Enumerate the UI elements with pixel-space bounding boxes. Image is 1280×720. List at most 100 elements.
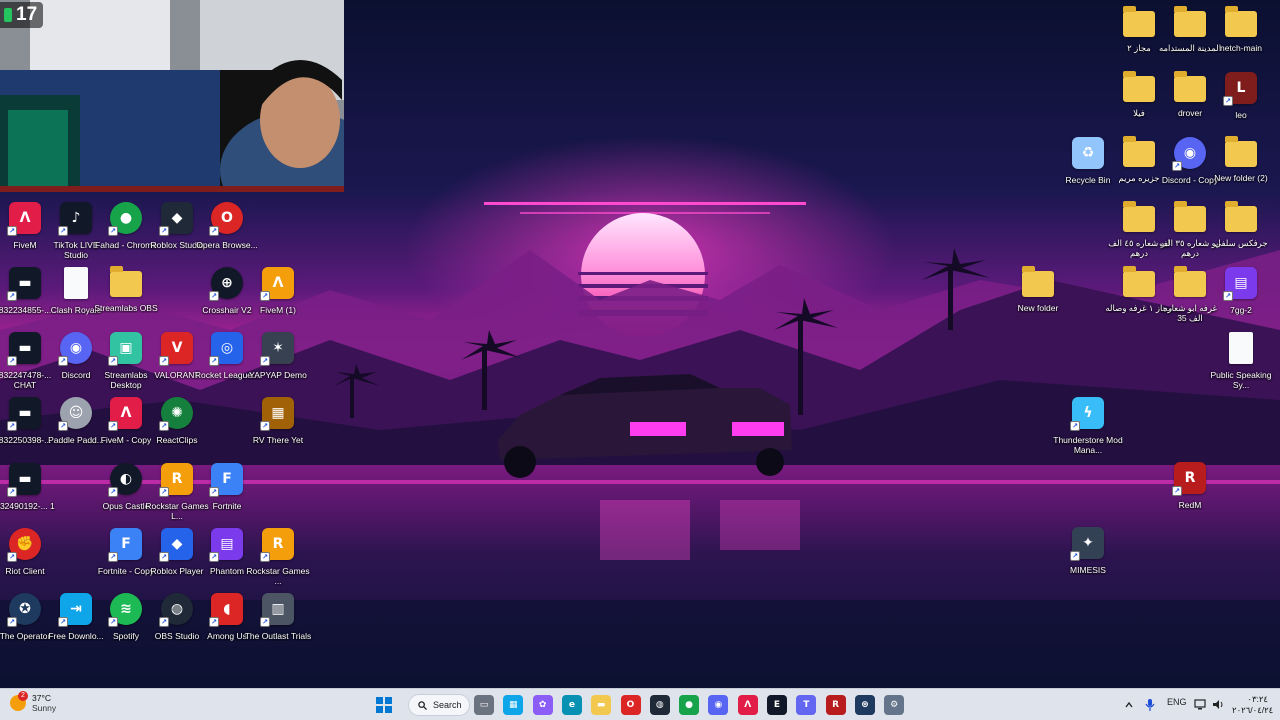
opus-castle-icon: ◐ ↗	[108, 463, 142, 497]
desktop-icon-label: Riot Client	[5, 566, 45, 576]
taskbar: 2 37°C Sunny Search ▭ ▦ ✿ e ▬ O ◍ ● ◉ Λ E T R ⊛ ⚙ ENG …	[0, 688, 1280, 720]
desktop-icon-label: جرفكس سلفي	[1214, 238, 1268, 248]
obs-icon: ◍ ↗	[159, 593, 193, 627]
weather-alert-badge: 2	[18, 691, 28, 701]
folder-icon	[1174, 71, 1206, 102]
desktop-icon-label: 7gg-2	[1230, 305, 1252, 315]
shortcut-arrow-icon: ↗	[1172, 486, 1182, 496]
taskbar-search[interactable]: Search	[408, 694, 470, 716]
shortcut-arrow-icon: ↗	[260, 552, 270, 562]
file-icon	[64, 267, 88, 299]
discord-icon: ◉ ↗	[1172, 137, 1206, 171]
desktop-icon[interactable]: netch-main	[1211, 6, 1271, 71]
rocket-league-icon: ◎ ↗	[209, 332, 243, 366]
desktop-icon[interactable]: ▤ ↗ 7gg-2	[1211, 267, 1271, 331]
desktop-icon[interactable]: ✶ ↗ YAPYAP Demo	[248, 332, 308, 396]
windows-logo-icon	[376, 697, 383, 704]
discord-icon[interactable]: ◉	[708, 695, 729, 715]
chevron-up-icon[interactable]	[1125, 701, 1133, 709]
folder-icon	[1123, 6, 1155, 37]
shortcut-arrow-icon: ↗	[58, 421, 68, 431]
among-us-icon: ◖ ↗	[209, 593, 243, 627]
shortcut-arrow-icon: ↗	[108, 552, 118, 562]
folder-icon	[1174, 266, 1206, 297]
epic-games-icon[interactable]: E	[767, 695, 787, 715]
roblox-studio-icon: ◆ ↗	[159, 202, 193, 236]
desktop-icon[interactable]: R ↗ RedM	[1160, 462, 1220, 526]
desktop-icon-label: Fortnite	[212, 501, 242, 511]
outlast-icon: ▥ ↗	[260, 593, 294, 627]
recycle-bin-icon: ♻	[1072, 137, 1104, 169]
shortcut-arrow-icon: ↗	[7, 291, 17, 301]
teams-icon[interactable]: T	[796, 695, 817, 715]
desktop-icon[interactable]: Streamlabs OBS	[94, 266, 158, 331]
desktop-icon-label: Public Speaking Sy...	[1210, 370, 1272, 390]
desktop-icon[interactable]: R ↗ Rockstar Games ...	[246, 528, 310, 592]
opera-icon: O ↗	[209, 202, 243, 236]
shortcut-arrow-icon: ↗	[1172, 161, 1182, 171]
shortcut-arrow-icon: ↗	[7, 356, 17, 366]
folder-icon[interactable]: ▬	[591, 695, 612, 715]
desktop-icon-label: Rockstar Games ...	[246, 566, 310, 586]
redm-icon[interactable]: R	[825, 695, 846, 715]
desktop-icon[interactable]: Λ ↗ FiveM (1)	[248, 267, 308, 331]
desktop-icon[interactable]: F ↗ Fortnite	[197, 463, 257, 527]
shortcut-arrow-icon: ↗	[209, 617, 219, 627]
crosshair-icon: ⊕ ↗	[209, 267, 243, 301]
desktop-icon[interactable]: ✊ ↗ Riot Client	[0, 528, 55, 592]
shortcut-arrow-icon: ↗	[159, 421, 169, 431]
opera-icon[interactable]: O	[620, 695, 641, 715]
paddle-icon: ☺ ↗	[58, 397, 92, 431]
shortcut-arrow-icon: ↗	[159, 617, 169, 627]
desktop-icon[interactable]: ϟ ↗ Thunderstore Mod Mana...	[1053, 397, 1123, 461]
desktop-icon-label: netch-main	[1219, 43, 1263, 53]
start-button[interactable]	[375, 696, 393, 714]
rv-there-yet-icon: ▦ ↗	[260, 397, 294, 431]
chrome-icon[interactable]: ●	[679, 695, 700, 715]
redm-icon: R ↗	[1172, 462, 1206, 496]
weather-widget[interactable]: 2 37°C Sunny	[10, 691, 56, 713]
shortcut-arrow-icon: ↗	[1223, 96, 1233, 106]
shortcut-arrow-icon: ↗	[108, 356, 118, 366]
microsoft-store-icon[interactable]: ▦	[503, 695, 524, 715]
file-explorer-icon[interactable]: ▭	[474, 695, 494, 715]
microphone-icon[interactable]	[1145, 698, 1155, 712]
settings-icon[interactable]: ⚙	[884, 695, 905, 715]
folder-icon	[1174, 6, 1206, 37]
live-indicator-icon	[4, 8, 12, 22]
obs-icon[interactable]: ◍	[649, 695, 670, 715]
desktop-icon[interactable]: L ↗ leo	[1211, 72, 1271, 136]
volume-icon[interactable]	[1212, 699, 1224, 710]
desktop-icon-label: The Outlast Trials	[244, 631, 312, 641]
language-indicator[interactable]: ENG	[1167, 697, 1187, 707]
desktop-icon[interactable]: New folder (2)	[1211, 136, 1271, 201]
desktop-icon-label: Streamlabs OBS	[94, 303, 158, 313]
sun-icon: 2	[10, 691, 28, 711]
download-icon: ⇥ ↗	[58, 593, 92, 627]
clock[interactable]: ٠٣:٢٤ ٢٠٢٦/٠٤/٢٤	[1232, 694, 1273, 716]
desktop-icon[interactable]: ▦ ↗ RV There Yet	[248, 397, 308, 461]
copilot-icon[interactable]: ✿	[532, 695, 553, 715]
desktop-icon[interactable]: ✦ ↗ MIMESIS	[1058, 527, 1118, 591]
shortcut-arrow-icon: ↗	[159, 226, 169, 236]
shortcut-arrow-icon: ↗	[58, 356, 68, 366]
shortcut-arrow-icon: ↗	[1070, 421, 1080, 431]
fivem-icon[interactable]: Λ	[737, 695, 758, 715]
desktop-icon[interactable]: O ↗ Opera Browse...	[196, 202, 258, 266]
desktop-icon[interactable]: ▥ ↗ The Outlast Trials	[245, 593, 311, 657]
desktop-icon-label: Thunderstore Mod Mana...	[1053, 435, 1123, 455]
fortnite-icon: F ↗	[108, 528, 142, 562]
network-icon[interactable]	[1194, 699, 1206, 710]
desktop-icon[interactable]: جرفكس سلفي	[1211, 201, 1271, 266]
desktop-icon[interactable]: ✺ ↗ ReactClips	[147, 397, 207, 461]
edge-icon[interactable]: e	[561, 695, 582, 715]
desktop-icon-label: FiveM (1)	[260, 305, 296, 315]
desktop-icon[interactable]: ▬ ↗ 832490192-... 1	[0, 463, 55, 527]
steam-icon[interactable]: ⊛	[854, 695, 875, 715]
shortcut-arrow-icon: ↗	[260, 291, 270, 301]
desktop-icon[interactable]: Public Speaking Sy...	[1211, 332, 1271, 396]
shortcut-arrow-icon: ↗	[260, 356, 270, 366]
desktop-icon-label: New folder (2)	[1214, 173, 1268, 183]
desktop-icon[interactable]: New folder	[1008, 266, 1068, 331]
folder-icon	[1225, 6, 1257, 37]
